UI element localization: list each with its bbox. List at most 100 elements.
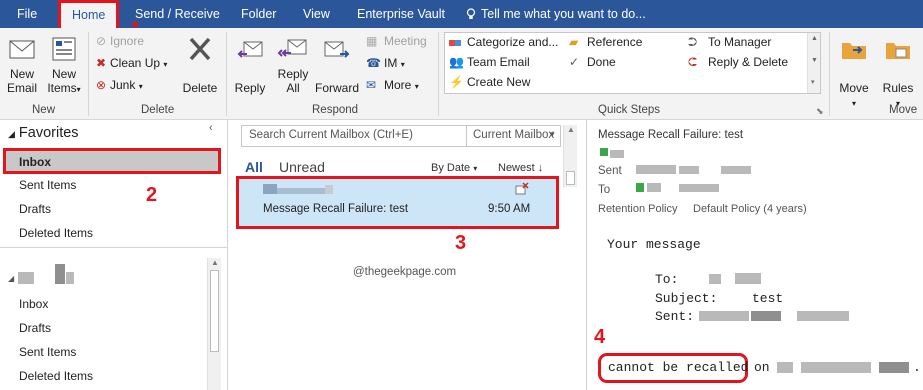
sort-by-date[interactable]: By Date ▾ [431,162,477,174]
qs-create-new[interactable]: ⚡ Create New [449,74,530,90]
body-recall-text: cannot be recalled [608,360,749,375]
mailbox-drafts[interactable]: Drafts [19,321,51,335]
clean-up-button[interactable]: ✖ Clean Up ▾ [96,55,167,73]
favorites-title: Favorites [18,125,79,141]
tab-home[interactable]: Home [58,0,120,28]
forward-label: Forward [314,81,359,95]
new-email-button[interactable]: New Email [3,34,41,95]
collapse-pane-icon[interactable]: ‹ [209,122,213,134]
favorites-sent-items[interactable]: Sent Items [19,178,76,192]
callout-3: 3 [455,232,467,254]
ignore-button[interactable]: ⊘ Ignore [96,33,144,49]
redacted-text [777,362,793,373]
more-icon: ✉ [366,78,377,92]
forward-button[interactable]: Forward [314,34,360,95]
reply-button[interactable]: Reply [232,34,268,95]
scroll-thumb[interactable] [566,171,575,185]
im-icon: ☎ [366,56,381,70]
lightning-icon: ⚡ [449,75,464,89]
folder-icon: ▰ [569,35,579,49]
sort-order[interactable]: Newest ↓ [498,162,543,174]
body-to-field: To: [655,272,679,287]
new-items-button[interactable]: New Items▾ [44,34,84,97]
folder-scrollbar[interactable]: ▲ [207,258,221,390]
move-folder-icon [842,43,866,59]
rules-button[interactable]: Rules ▾ [878,34,918,111]
ignore-label: Ignore [110,34,145,48]
im-button[interactable]: ☎ IM ▾ [366,55,405,73]
search-input[interactable]: Search Current Mailbox (Ctrl+E) [249,129,413,141]
qs-to-manager[interactable]: ⮊ To Manager [688,34,771,50]
sort-order-label: Newest [498,162,535,174]
reply-all-label-1: Reply [277,67,309,81]
qs-reply-delete[interactable]: ⮈ Reply & Delete [688,54,788,70]
qs-team-email[interactable]: 👥 Team Email [449,54,530,70]
scroll-thumb[interactable] [210,270,219,352]
favorites-drafts[interactable]: Drafts [19,202,51,216]
junk-button[interactable]: ⊗ Junk ▾ [96,77,143,95]
rules-icon [886,43,910,59]
reply-delete-label: Reply & Delete [708,55,789,69]
watermark: @thegeekpage.com [353,266,457,278]
tell-me-box[interactable]: Tell me what you want to do... [466,0,646,28]
filter-unread[interactable]: Unread [279,159,325,175]
checkmark-icon: ✓ [569,55,580,69]
to-manager-label: To Manager [708,35,772,49]
clean-up-label: Clean Up [110,56,161,70]
tab-file[interactable]: File [17,0,37,28]
mailbox-inbox[interactable]: Inbox [19,297,48,311]
mailbox-deleted-items[interactable]: Deleted Items [19,369,93,383]
meeting-button[interactable]: ▦ Meeting [366,33,427,49]
move-label: Move [839,81,869,95]
mailbox-sent-items[interactable]: Sent Items [19,345,76,359]
retention-value: Default Policy (4 years) [693,203,807,215]
list-scrollbar[interactable]: ▲ [563,125,577,187]
trailing-period: . [913,360,921,375]
clean-up-icon: ✖ [96,56,107,70]
quick-steps-group-label: Quick Steps [598,104,660,116]
qs-categorize[interactable]: Categorize and... [449,34,558,50]
redacted-sender [610,150,624,158]
quick-steps-scroll[interactable]: ▲ ▼ ▾ [807,33,820,93]
favorites-deleted-items[interactable]: Deleted Items [19,226,93,240]
redacted-recipient [679,184,719,192]
redacted-text [699,311,749,321]
dialog-launcher-icon[interactable]: ⬊ [816,106,824,117]
qs-reference[interactable]: ▰ Reference [569,34,642,50]
body-your-message: Your message [607,237,701,252]
message-list-pane: Search Current Mailbox (Ctrl+E) Current … [236,120,580,390]
move-button[interactable]: Move ▾ [834,34,874,111]
redacted-text [879,362,909,373]
reply-all-label-2: All [286,81,300,95]
sort-by-label: By Date [431,162,471,174]
body-sent-field: Sent: [655,309,695,324]
delete-button[interactable]: Delete [180,34,220,95]
redacted-text [751,311,781,321]
expand-arrow-icon[interactable]: ◢ [8,274,14,283]
search-scope[interactable]: Current Mailbox [473,129,554,141]
redacted-sent-date [636,165,676,174]
tab-view[interactable]: View [303,0,330,28]
favorites-inbox[interactable]: Inbox [3,148,221,174]
tab-send-receive[interactable]: Send / Receive [135,0,220,28]
filter-all[interactable]: All [245,159,263,175]
more-button[interactable]: ✉ More ▾ [366,77,419,95]
reply-all-button[interactable]: Reply All [273,34,313,95]
qs-done[interactable]: ✓ Done [569,54,616,70]
search-box[interactable]: Search Current Mailbox (Ctrl+E) Current … [241,125,561,147]
reply-delete-icon: ⮈ [688,55,698,69]
divider [0,247,227,248]
redacted-account [18,272,34,284]
junk-icon: ⊗ [96,78,107,92]
tab-enterprise-vault[interactable]: Enterprise Vault [357,0,445,28]
chevron-down-icon[interactable]: ▾ [550,129,555,140]
redacted-recipient [636,183,644,192]
reply-label: Reply [234,81,266,95]
favorites-header[interactable]: ◢ Favorites [8,125,79,141]
reply-all-icon [277,39,307,57]
message-time: 9:50 AM [488,203,531,215]
reply-icon [237,41,263,58]
team-email-icon: 👥 [449,55,464,69]
message-item[interactable]: Message Recall Failure: test 9:50 AM [236,176,559,229]
tab-folder[interactable]: Folder [241,0,276,28]
